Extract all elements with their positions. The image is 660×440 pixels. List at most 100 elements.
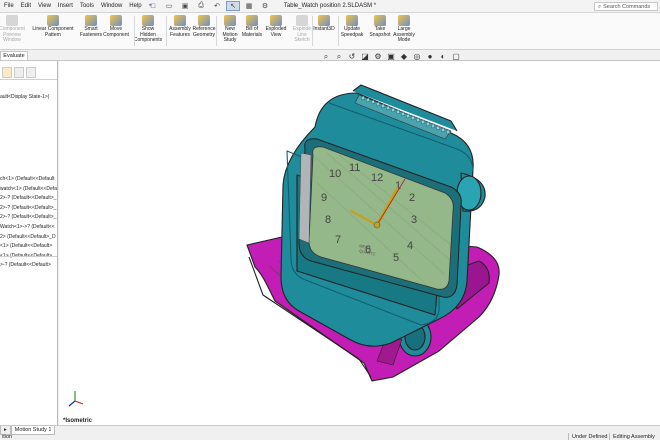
apply-scene-icon[interactable]: ◐ [438, 52, 448, 62]
ribbon-button-move-component[interactable]: Move Component [103, 15, 129, 38]
ribbon-button-label: Update Speedpak [340, 26, 364, 38]
ribbon-button-instant3d[interactable]: Instant3D [312, 15, 336, 33]
ribbon-button-label: Show Hidden Components [133, 26, 163, 44]
dial-number: 11 [349, 162, 360, 174]
ribbon-button-linear-pattern[interactable]: Linear Component Pattern [31, 15, 75, 38]
display-style-icon[interactable]: ◆ [399, 52, 409, 62]
assembly-features-icon [174, 15, 186, 26]
knurl-mark [420, 119, 426, 125]
ribbon-button-reference-geometry[interactable]: Reference Geometry [192, 15, 216, 38]
explode-line-icon [296, 15, 308, 26]
knurl-mark [430, 123, 436, 129]
tree-item[interactable]: >-? (Default<<Default> [0, 262, 57, 268]
dial-number: 8 [325, 214, 331, 226]
knurl-mark [440, 127, 446, 133]
show-hidden-icon [142, 15, 154, 26]
ribbon-button-component-preview[interactable]: Component Preview Window [0, 15, 25, 44]
view-settings-icon[interactable]: ▢ [451, 52, 461, 62]
search-icon: ⌕ [598, 4, 602, 10]
ribbon-button-label: Bill of Materials [241, 26, 263, 38]
ribbon-button-motion-study[interactable]: New Motion Study [218, 15, 242, 44]
property-tab-icon[interactable] [14, 67, 24, 78]
knurl-mark [410, 115, 416, 121]
ribbon-button-assembly-features[interactable]: Assembly Features [168, 15, 192, 38]
status-bar: ▸ Motion Study 1 ition Under Defined Edi… [0, 425, 660, 440]
dial-number: 10 [329, 168, 341, 180]
section-view-icon[interactable]: ◪ [360, 52, 370, 62]
ribbon-button-explode-line[interactable]: Explode Line Sketch [290, 15, 314, 44]
status-message: ition [2, 434, 13, 440]
previous-view-icon[interactable]: ↺ [347, 52, 357, 62]
ribbon-button-label: Take Snapshot [369, 26, 391, 38]
heads-up-view-toolbar: ⌕ ⌕ ↺ ◪ ⚙ ▣ ◆ ◎ ● ◐ ▢ [321, 52, 461, 62]
hide-show-items-icon[interactable]: ◎ [412, 52, 422, 62]
tree-item[interactable]: 2>-? (Default<<Default>_ [0, 214, 57, 220]
tree-config-line[interactable]: ault<Display State-1>) [0, 94, 57, 100]
ribbon-button-label: Assembly Features [169, 26, 191, 38]
ribbon-button-show-hidden[interactable]: Show Hidden Components [133, 15, 163, 44]
knurl-mark [390, 107, 396, 113]
ribbon-separator [312, 16, 313, 46]
ribbon-button-smart-fasteners[interactable]: Smart Fasteners [79, 15, 103, 38]
ribbon-separator [134, 16, 135, 46]
ribbon-button-large-assembly[interactable]: Large Assembly Mode [392, 15, 416, 44]
bom-icon [246, 15, 258, 26]
exploded-view-icon [270, 15, 282, 26]
title-bar: File Edit View Insert Tools Window Help … [0, 0, 660, 13]
tree-item[interactable]: Watch<1>->? (Default<< [0, 224, 57, 230]
knurl-mark [380, 103, 386, 109]
ribbon-button-speedpak[interactable]: Update Speedpak [340, 15, 364, 38]
knurl-mark [405, 113, 411, 119]
tree-item[interactable]: 2>-? (Default<<Default>_ [0, 205, 57, 211]
axis-triad-icon [68, 391, 84, 407]
ribbon-button-label: Instant3D [313, 26, 335, 32]
knurl-mark [395, 109, 401, 115]
ribbon-button-exploded-view[interactable]: Exploded View [264, 15, 288, 38]
ribbon-button-label: Exploded View [265, 26, 287, 38]
dial-number: 12 [371, 172, 383, 184]
status-divider [568, 433, 569, 440]
search-commands[interactable]: ⌕ Search Commands [594, 2, 658, 11]
feature-tree-tab-icon[interactable] [2, 67, 12, 78]
dial-number: 9 [321, 192, 327, 204]
graphics-area[interactable]: 12 11 1 10 2 9 3 8 4 7 5 6 MEGA QUARTZ [59, 61, 660, 425]
view-orientation-icon[interactable]: ▣ [386, 52, 396, 62]
view-orientation-label: *Isometric [63, 418, 93, 424]
snapshot-icon [374, 15, 386, 26]
instant3d-icon [318, 15, 330, 26]
status-mode: Editing Assembly [613, 434, 655, 440]
tree-item[interactable]: watch<1> (Default<<Defau [0, 186, 57, 192]
tab-motion-study[interactable]: Motion Study 1 [10, 426, 56, 435]
search-input[interactable]: Search Commands [603, 3, 650, 10]
tree-item[interactable]: ch<1> (Default<<Default [0, 176, 57, 182]
panel-divider [0, 79, 57, 80]
ribbon-button-label: Component Preview Window [0, 26, 25, 44]
command-manager-ribbon: Component Preview Window Linear Component… [0, 13, 660, 50]
tree-item[interactable]: 2>-? (Default<<Default>_ [0, 195, 57, 201]
tree-item[interactable]: 2> (Default<<Default>_D [0, 234, 57, 240]
dynamic-annotation-icon[interactable]: ⚙ [373, 52, 383, 62]
move-component-icon [110, 15, 122, 26]
ribbon-button-label: Linear Component Pattern [32, 26, 74, 38]
large-assembly-icon [398, 15, 410, 26]
ribbon-button-label: Move Component [103, 26, 129, 38]
ribbon-button-snapshot[interactable]: Take Snapshot [368, 15, 392, 38]
knurl-mark [425, 121, 431, 127]
ribbon-separator [166, 16, 167, 46]
tab-evaluate[interactable]: Evaluate [0, 51, 28, 60]
feature-manager-panel: ault<Display State-1>) ch<1> (Default<<D… [0, 61, 58, 425]
config-tab-icon[interactable] [26, 67, 36, 78]
status-definition: Under Defined [572, 434, 608, 440]
zoom-to-fit-icon[interactable]: ⌕ [321, 52, 331, 62]
dial-number: 3 [411, 214, 417, 226]
tree-item[interactable]: <1> (Default<<Default> [0, 243, 57, 249]
component-preview-icon [6, 15, 18, 26]
edit-appearance-icon[interactable]: ● [425, 52, 435, 62]
assembly-model: 121111029384756 MEGA QUARTZ [68, 84, 500, 407]
panel-tabs [0, 67, 57, 79]
ribbon-button-bom[interactable]: Bill of Materials [240, 15, 264, 38]
ribbon-separator [216, 16, 217, 46]
ribbon-button-label: Smart Fasteners [79, 26, 103, 38]
knurl-mark [435, 125, 441, 131]
zoom-area-icon[interactable]: ⌕ [334, 52, 344, 62]
